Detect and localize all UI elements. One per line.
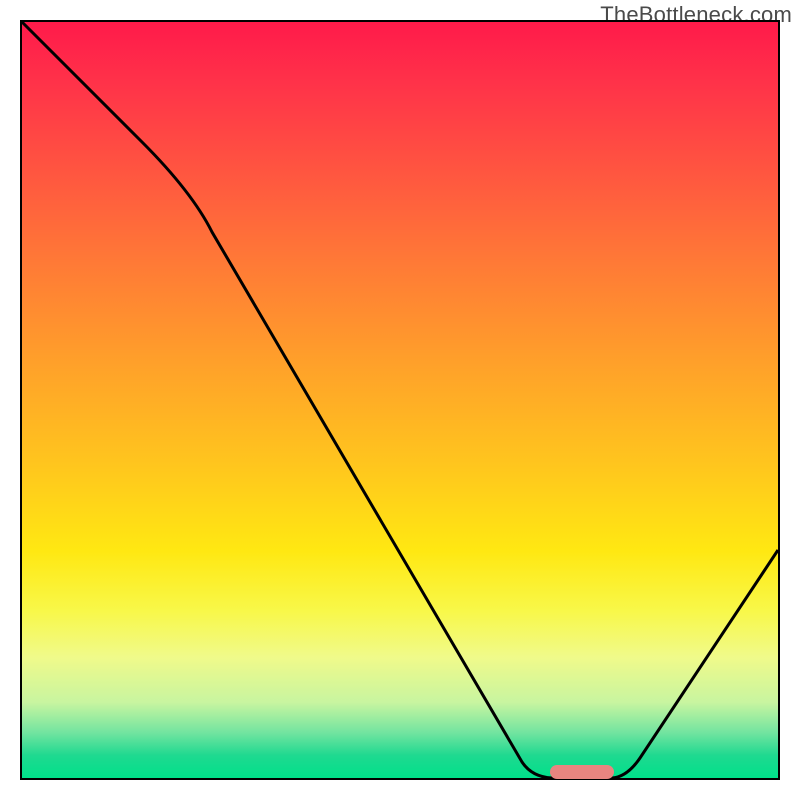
curve-path xyxy=(22,22,778,778)
optimal-marker xyxy=(550,765,614,779)
bottleneck-curve xyxy=(22,22,778,778)
chart-frame: TheBottleneck.com xyxy=(0,0,800,800)
plot-area xyxy=(20,20,780,780)
